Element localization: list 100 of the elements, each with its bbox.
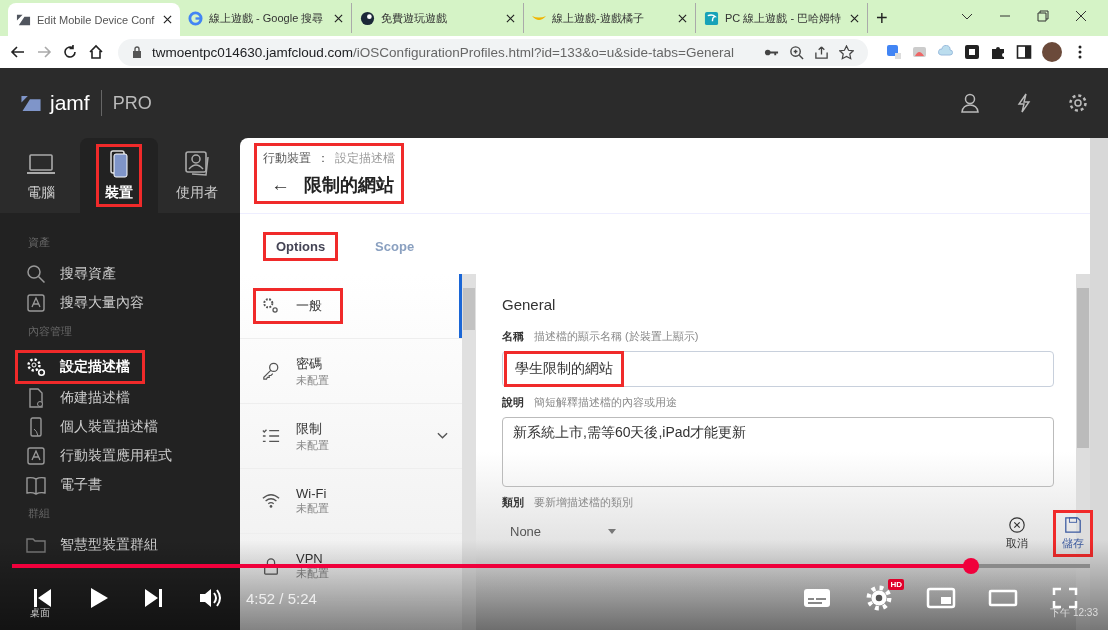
restore-icon[interactable] — [1037, 10, 1049, 22]
sidebar-item[interactable]: 電子書 — [18, 471, 110, 499]
sidebar-item[interactable]: 搜尋大量內容 — [18, 289, 152, 317]
app-store-icon — [26, 293, 46, 313]
breadcrumb[interactable]: 行動裝置 ： 設定描述檔 — [263, 150, 395, 167]
field-hint: 簡短解釋描述檔的內容或用途 — [534, 395, 677, 410]
side-panel-icon[interactable] — [1016, 44, 1032, 60]
close-icon — [1008, 516, 1026, 534]
browser-tab[interactable]: 線上遊戲 - Google 搜尋 — [180, 3, 352, 33]
user-icon[interactable] — [960, 93, 980, 113]
app-store-icon — [26, 446, 46, 466]
tab-title: 線上遊戲-遊戲橘子 — [552, 10, 645, 26]
close-icon[interactable] — [678, 13, 687, 23]
sidebar-label: 搜尋資產 — [60, 265, 116, 283]
payload-status: 未配置 — [296, 566, 329, 581]
product-name: PRO — [112, 92, 152, 114]
search-icon — [26, 264, 46, 284]
cancel-button[interactable]: 取消 — [1000, 513, 1034, 554]
book-icon — [26, 475, 46, 495]
avatar[interactable] — [1042, 42, 1062, 62]
sidebar-item[interactable]: 行動裝置應用程式 — [18, 442, 180, 470]
back-icon[interactable] — [10, 44, 26, 60]
payload-label: 限制 — [296, 419, 323, 438]
field-label: 說明 — [502, 395, 524, 410]
payload-item[interactable]: 一般 — [240, 274, 462, 339]
sidebar-item[interactable]: 佈建描述檔 — [18, 384, 138, 412]
brand-name: jamf — [50, 91, 90, 115]
settings-icon[interactable] — [864, 585, 894, 611]
section-heading: 內容管理 — [28, 324, 73, 339]
nav-tab[interactable]: 使用者 — [158, 138, 236, 213]
payload-label: 密碼 — [296, 354, 323, 373]
page-title: 限制的網站 — [304, 174, 394, 197]
close-icon[interactable] — [334, 13, 343, 23]
taskbar-clock: 下午 12:33 — [1050, 606, 1098, 620]
lock-icon — [132, 46, 142, 58]
close-icon[interactable] — [163, 15, 172, 24]
volume-icon[interactable] — [198, 586, 222, 610]
browser-tab[interactable]: Edit Mobile Device Conf — [8, 3, 180, 36]
steam-icon — [360, 10, 375, 26]
reload-icon[interactable] — [62, 44, 78, 60]
textarea-field[interactable]: 新系統上市,需等60天後,iPad才能更新 — [502, 417, 1054, 487]
translate-icon[interactable] — [886, 44, 902, 60]
tab-title: Edit Mobile Device Conf — [37, 13, 156, 26]
jamf-logo-icon — [20, 94, 42, 112]
folder-icon — [26, 535, 46, 555]
input-field[interactable]: 學生限制的網站 — [502, 351, 1054, 387]
puzzle-icon[interactable] — [990, 44, 1006, 60]
sidebar-label: 搜尋大量內容 — [60, 294, 144, 312]
sidebar-item[interactable]: 個人裝置描述檔 — [18, 413, 166, 441]
square-icon[interactable] — [964, 44, 980, 60]
user-card-icon — [182, 149, 212, 179]
url-text: twmoentpc014630.jamfcloud.com/iOSConfigurationProfiles.html?id=133&o=u&side-tabs=General — [152, 44, 734, 60]
star-icon[interactable] — [839, 44, 854, 60]
dragon-icon — [704, 10, 719, 26]
section-title: General — [502, 296, 557, 313]
back-button[interactable]: ← — [263, 174, 290, 196]
sidebar-item[interactable]: 智慧型裝置群組 — [18, 531, 166, 559]
section-heading: 群組 — [28, 506, 51, 521]
home-icon[interactable] — [88, 44, 104, 60]
chevron-down-icon[interactable] — [437, 432, 448, 440]
browser-tab[interactable]: PC 線上遊戲 - 巴哈姆特 — [696, 3, 868, 33]
miniplayer-icon[interactable] — [926, 585, 956, 611]
payload-label: 一般 — [296, 297, 322, 315]
gears-icon — [26, 357, 46, 377]
field-label: 名稱 — [502, 329, 524, 344]
save-button[interactable]: 儲存 — [1056, 513, 1090, 554]
section-heading: 資產 — [28, 235, 51, 250]
field-hint: 要新增描述檔的類別 — [534, 495, 633, 510]
scrollbar[interactable] — [462, 274, 476, 630]
sidebar-label: 設定描述檔 — [60, 358, 130, 376]
wifi-icon — [262, 492, 280, 510]
screen-icon[interactable] — [912, 44, 928, 60]
settings-icon[interactable] — [1068, 93, 1088, 113]
close-icon[interactable] — [1075, 10, 1087, 22]
tab-title: 線上遊戲 - Google 搜尋 — [209, 10, 325, 26]
browser-tab[interactable]: 線上遊戲-遊戲橘子 — [524, 3, 696, 33]
payload-status: 未配置 — [296, 437, 329, 453]
close-icon[interactable] — [850, 13, 859, 23]
sidebar-label: 智慧型裝置群組 — [60, 536, 158, 554]
tab[interactable]: Options — [266, 235, 336, 258]
new-tab-button[interactable]: + — [876, 7, 888, 30]
payload-status: 未配置 — [296, 372, 329, 388]
crescent-icon — [532, 15, 546, 21]
nav-tab[interactable]: 裝置 — [80, 138, 158, 213]
close-icon[interactable] — [506, 13, 515, 23]
address-bar[interactable]: twmoentpc014630.jamfcloud.com/iOSConfigurationProfiles.html?id=133&o=u&side-tabs=General — [118, 38, 868, 66]
gears-icon — [262, 297, 280, 315]
sidebar-item[interactable]: 搜尋資產 — [18, 260, 124, 288]
zoom-icon[interactable] — [789, 44, 804, 60]
nav-tab[interactable]: 電腦 — [2, 138, 80, 213]
taskbar-folder-label: 桌面 — [30, 606, 50, 620]
sidebar-item[interactable]: 設定描述檔 — [18, 353, 142, 381]
category-dropdown[interactable]: None — [502, 517, 624, 545]
g-logo-icon — [188, 10, 203, 26]
browser-tab[interactable]: 免費遊玩遊戲 — [352, 3, 524, 33]
document-icon — [26, 388, 46, 408]
jamf-icon — [16, 12, 31, 27]
tab-title: PC 線上遊戲 - 巴哈姆特 — [725, 10, 843, 26]
share-icon[interactable] — [814, 44, 829, 60]
caret-icon — [608, 528, 616, 534]
